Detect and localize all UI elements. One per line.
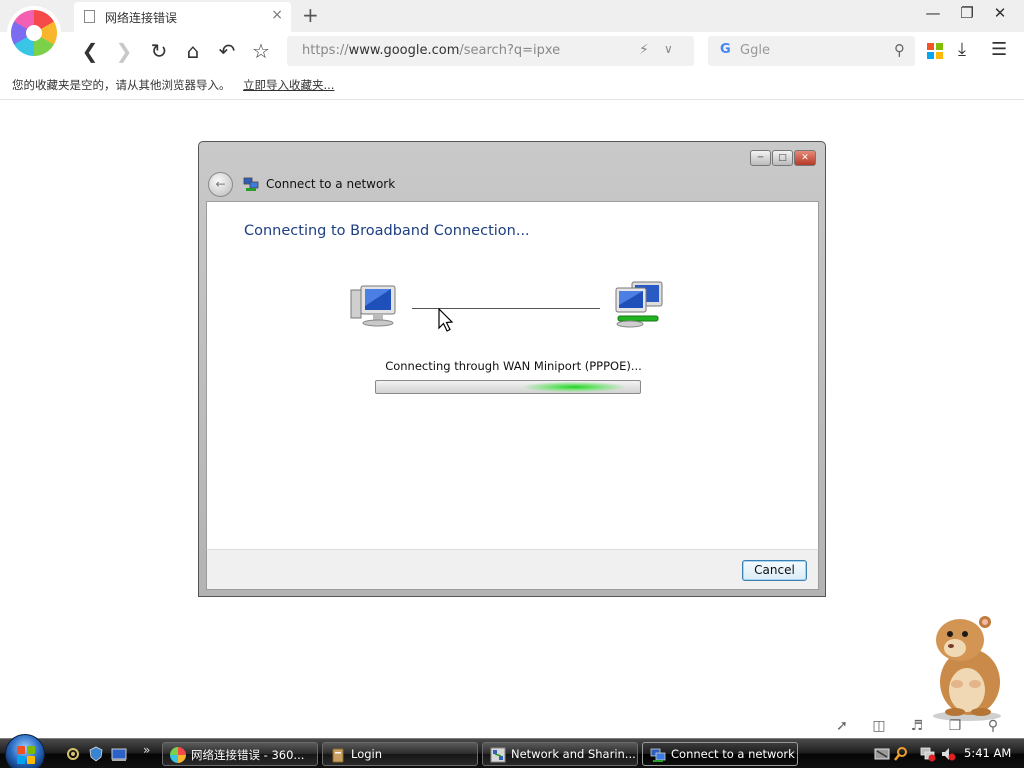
volume-muted-icon[interactable]	[940, 746, 956, 762]
undo-icon[interactable]: ↶	[214, 38, 240, 64]
forward-icon[interactable]: ❯	[111, 38, 137, 64]
taskbar-item-label: Connect to a network	[671, 747, 795, 761]
dialog-footer: Cancel	[206, 549, 819, 590]
taskbar-item-browser[interactable]: 网络连接错误 - 360...	[162, 742, 318, 766]
taskbar-item-network-sharing[interactable]: Network and Sharin...	[482, 742, 638, 766]
dialog-window-controls: ─ □ ✕	[750, 150, 816, 167]
back-icon[interactable]: ❮	[77, 38, 103, 64]
connection-status: Connecting through WAN Miniport (PPPOE).…	[385, 359, 642, 373]
taskbar-item-connect-network[interactable]: Connect to a network	[642, 742, 798, 766]
tray-tool-icon[interactable]	[874, 746, 890, 762]
address-bar[interactable]: https://www.google.com/search?q=ipxe ⚡︎ …	[287, 36, 694, 66]
search-box[interactable]: G Ggle ⚲	[708, 36, 915, 66]
dialog-title: Connect to a network	[266, 177, 396, 191]
computer-icon	[350, 285, 396, 327]
taskbar-item-label: Network and Sharin...	[511, 747, 635, 761]
connect-dialog: ─ □ ✕ ← Connect to a network Connecting …	[198, 141, 826, 597]
quick-launch-overflow-icon[interactable]: »	[143, 743, 150, 757]
window-icon[interactable]: ❐	[945, 718, 965, 734]
dialog-content: Connecting to Broadband Connection... Co…	[206, 201, 819, 549]
windows-logo-icon	[17, 746, 35, 764]
bookmarks-notice: 您的收藏夹是空的，请从其他浏览器导入。	[12, 78, 231, 92]
new-tab-button[interactable]: +	[302, 3, 319, 27]
speaker-icon[interactable]: ♬	[907, 718, 927, 734]
taskbar: » 网络连接错误 - 360... Login Network and Shar…	[0, 734, 1024, 768]
tab-close-icon[interactable]: ×	[271, 7, 283, 23]
network-sharing-icon	[490, 747, 506, 763]
mouse-cursor-icon	[438, 308, 454, 332]
dialog-minimize-icon[interactable]: ─	[750, 150, 771, 166]
reload-icon[interactable]: ↻	[146, 38, 172, 64]
bookmarks-bar: 您的收藏夹是空的，请从其他浏览器导入。 立即导入收藏夹...	[0, 70, 1024, 100]
home-icon[interactable]: ⌂	[180, 38, 206, 64]
network-computers-icon	[615, 281, 663, 328]
tab-title: 网络连接错误	[105, 11, 178, 25]
trash-icon[interactable]: ◫	[869, 718, 889, 734]
search-input[interactable]: Ggle	[740, 43, 770, 58]
dialog-maximize-icon[interactable]: □	[772, 150, 793, 166]
logo-360[interactable]	[11, 10, 57, 56]
browser-titlebar: 网络连接错误 × + — ❐ ✕	[0, 0, 1024, 32]
taskbar-item-label: Login	[351, 747, 383, 761]
bolt-icon[interactable]: ⚡︎	[639, 42, 649, 58]
cancel-button[interactable]: Cancel	[742, 560, 807, 581]
hamster-mascot	[933, 616, 1001, 721]
download-icon[interactable]: ⤓	[958, 39, 966, 60]
google-icon: G	[720, 42, 731, 57]
tab-active[interactable]: 网络连接错误 ×	[74, 2, 291, 32]
search-icon[interactable]: ⚲	[983, 718, 1003, 734]
tray-search-icon[interactable]	[893, 746, 909, 762]
system-tray: 5:41 AM	[868, 739, 1024, 768]
dialog-back-icon[interactable]: ←	[208, 172, 233, 197]
taskbar-item-label: 网络连接错误 - 360...	[191, 748, 305, 762]
network-disconnected-icon[interactable]	[920, 746, 936, 762]
quick-launch-shield-icon[interactable]	[88, 746, 104, 762]
clock[interactable]: 5:41 AM	[964, 746, 1011, 760]
progress-fill	[523, 382, 625, 392]
connect-network-icon	[650, 748, 666, 762]
dialog-heading: Connecting to Broadband Connection...	[244, 223, 530, 239]
restore-icon[interactable]: ❐	[952, 4, 982, 22]
search-icon[interactable]: ⚲	[894, 41, 905, 59]
taskbar-item-login[interactable]: Login	[322, 742, 478, 766]
show-desktop-icon[interactable]	[111, 746, 127, 762]
progress-bar	[375, 380, 641, 394]
star-icon[interactable]: ☆	[248, 38, 274, 64]
chevron-down-icon[interactable]: ∨	[664, 42, 673, 56]
page-icon	[84, 10, 95, 23]
network-icon	[243, 177, 259, 191]
url-text[interactable]: https://www.google.com/search?q=ipxe	[302, 43, 560, 58]
apps-grid-icon[interactable]	[927, 43, 943, 59]
login-icon	[332, 748, 344, 763]
quick-launch-tool-icon[interactable]	[65, 746, 81, 762]
menu-icon[interactable]: ☰	[991, 39, 1007, 60]
close-icon[interactable]: ✕	[985, 4, 1015, 22]
rocket-icon[interactable]: ➚	[832, 718, 852, 734]
browser-360-icon	[170, 747, 186, 763]
import-bookmarks-link[interactable]: 立即导入收藏夹...	[243, 77, 334, 93]
start-button[interactable]	[5, 734, 45, 768]
minimize-icon[interactable]: —	[918, 4, 948, 22]
dialog-close-icon[interactable]: ✕	[794, 150, 816, 166]
browser-navbar: ❮ ❯ ↻ ⌂ ↶ ☆ https://www.google.com/searc…	[0, 32, 1024, 70]
